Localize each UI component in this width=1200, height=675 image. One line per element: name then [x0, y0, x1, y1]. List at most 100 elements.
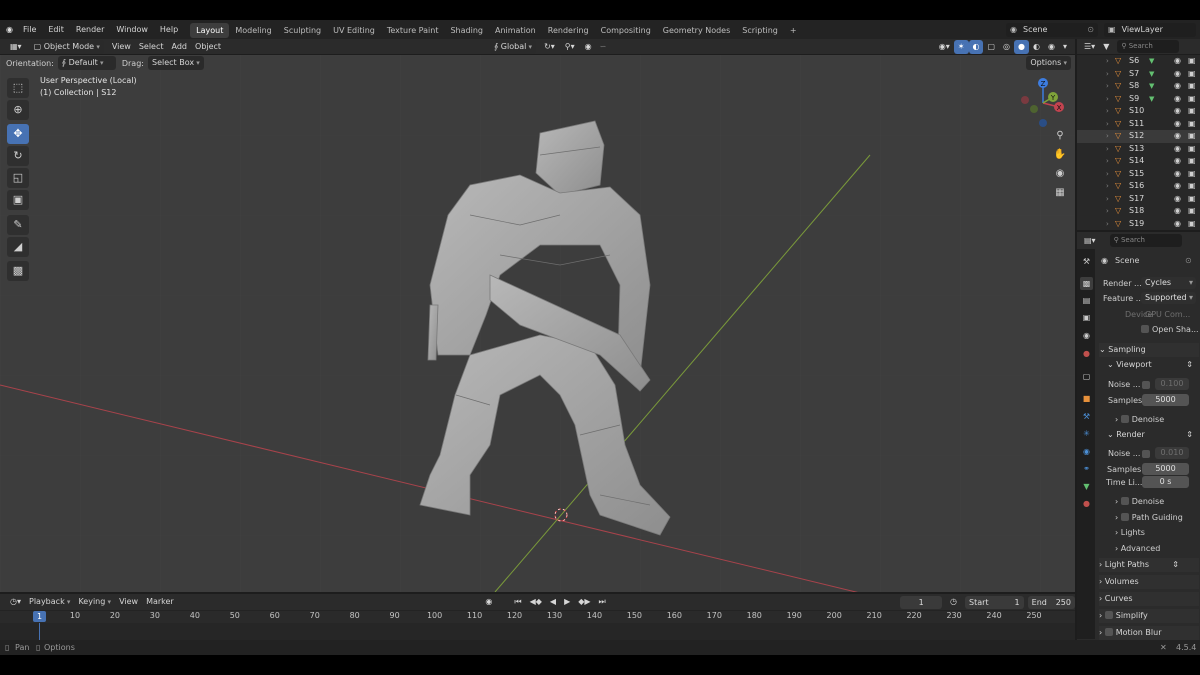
marker-menu[interactable]: Marker — [142, 595, 178, 609]
sampling-section[interactable]: ⌄ Sampling — [1099, 343, 1199, 357]
auto-keying-toggle[interactable]: ◉ — [481, 595, 496, 609]
motion-blur-checkbox[interactable] — [1104, 628, 1113, 636]
gizmo-neg-x-axis[interactable] — [1021, 96, 1029, 104]
expand-chevron-icon[interactable]: › — [1106, 180, 1109, 193]
viewport-noise-field[interactable]: 0.100 — [1155, 378, 1189, 390]
prev-keyframe-button[interactable]: ◀◆ — [526, 595, 546, 609]
shading-options[interactable]: ▾ — [1059, 40, 1071, 54]
viewport-presets-icon[interactable]: ⇕ — [1186, 358, 1193, 372]
workspace-tab-compositing[interactable]: Compositing — [595, 23, 657, 38]
menu-render[interactable]: Render — [70, 20, 110, 39]
menu-edit[interactable]: Edit — [42, 20, 70, 39]
render-samples-field[interactable]: 5000 — [1142, 463, 1189, 475]
visibility-eye-icon[interactable]: ◉ — [1174, 93, 1181, 106]
properties-search-input[interactable]: ⚲ Search — [1109, 234, 1182, 247]
outliner-row[interactable]: › ▽ S18 ◉ ▣ — [1077, 205, 1200, 218]
visibility-eye-icon[interactable]: ◉ — [1174, 218, 1181, 231]
render-camera-icon[interactable]: ▣ — [1188, 68, 1196, 81]
start-frame-field[interactable]: Start 1 — [965, 595, 1024, 609]
scene-tab-icon[interactable]: ◉ — [1080, 329, 1093, 342]
outliner-search-input[interactable]: ⚲ Search — [1117, 40, 1180, 53]
editor-type-button[interactable]: ▦▾ — [6, 40, 26, 54]
shading-rendered[interactable]: ◉ — [1044, 40, 1059, 54]
workspace-tab-geometry-nodes[interactable]: Geometry Nodes — [657, 23, 736, 38]
overlays-toggle[interactable]: ◐ — [968, 39, 984, 54]
play-button[interactable]: ▶ — [560, 595, 574, 609]
render-camera-icon[interactable]: ▣ — [1188, 180, 1196, 193]
render-noise-field[interactable]: 0.010 — [1155, 447, 1189, 459]
gizmo-neg-z-axis[interactable] — [1039, 119, 1047, 127]
outliner-item-name[interactable]: S14 — [1129, 155, 1144, 168]
outliner-item-name[interactable]: S9 — [1129, 93, 1139, 106]
outliner-item-name[interactable]: S17 — [1129, 193, 1144, 206]
visibility-eye-icon[interactable]: ◉ — [1174, 205, 1181, 218]
visibility-eye-icon[interactable]: ◉ — [1174, 105, 1181, 118]
next-keyframe-button[interactable]: ◆▶ — [574, 595, 594, 609]
filter-icon[interactable]: ▼ — [1099, 40, 1113, 54]
physics-tab-icon[interactable]: ◉ — [1080, 445, 1093, 458]
visibility-eye-icon[interactable]: ◉ — [1174, 180, 1181, 193]
workspace-tab-layout[interactable]: Layout — [190, 23, 230, 38]
shading-solid[interactable]: ● — [1014, 39, 1030, 54]
outliner-item-name[interactable]: S18 — [1129, 205, 1144, 218]
visibility-dropdown[interactable]: ◉▾ — [935, 40, 954, 54]
move-tool[interactable]: ✥ — [7, 124, 29, 144]
outliner-item-name[interactable]: S10 — [1129, 105, 1144, 118]
outliner-item-name[interactable]: S16 — [1129, 180, 1144, 193]
expand-chevron-icon[interactable]: › — [1106, 155, 1109, 168]
outliner-item-name[interactable]: S19 — [1129, 218, 1144, 231]
scene-selector[interactable]: ◉ Scene ⊙ — [1006, 22, 1098, 37]
render-camera-icon[interactable]: ▣ — [1188, 80, 1196, 93]
outliner-row[interactable]: › ▽ S16 ◉ ▣ — [1077, 180, 1200, 193]
shading-wireframe[interactable]: ◎ — [999, 40, 1014, 54]
scale-tool[interactable]: ◱ — [7, 168, 29, 188]
outliner-row[interactable]: › ▽ S17 ◉ ▣ — [1077, 193, 1200, 206]
outliner-item-name[interactable]: S12 — [1129, 130, 1144, 143]
visibility-eye-icon[interactable]: ◉ — [1174, 55, 1181, 68]
expand-chevron-icon[interactable]: › — [1106, 80, 1109, 93]
workspace-tab-scripting[interactable]: Scripting — [736, 23, 784, 38]
time-limit-field[interactable]: 0 s — [1142, 476, 1189, 488]
expand-chevron-icon[interactable]: › — [1106, 118, 1109, 131]
expand-chevron-icon[interactable]: › — [1106, 168, 1109, 181]
constraints-tab-icon[interactable]: ⚭ — [1080, 462, 1093, 475]
viewport-subsection[interactable]: ⌄ Viewport ⇕ — [1107, 358, 1197, 372]
render-camera-icon[interactable]: ▣ — [1188, 55, 1196, 68]
outliner-item-name[interactable]: S13 — [1129, 143, 1144, 156]
measure-tool[interactable]: ◢ — [7, 237, 29, 257]
orientation-dropdown[interactable]: ⨕ Default — [57, 56, 116, 70]
pan-hand-icon[interactable]: ✋ — [1051, 146, 1069, 164]
outliner-item-name[interactable]: S6 — [1129, 55, 1139, 68]
curves-section[interactable]: › Curves — [1099, 592, 1199, 606]
proportional-edit-toggle[interactable]: ◉ — [581, 40, 596, 54]
outliner-row[interactable]: › ▽ S7 ▼ ◉ ▣ — [1077, 68, 1200, 81]
snap-toggle[interactable]: ⚲▾ — [561, 40, 579, 54]
keying-menu[interactable]: Keying — [74, 595, 115, 609]
view-layer-selector[interactable]: ▣ ViewLayer — [1104, 22, 1196, 37]
timeline-editor-type-icon[interactable]: ◷▾ — [6, 595, 25, 609]
options-dropdown[interactable]: Options — [1026, 56, 1071, 70]
visibility-eye-icon[interactable]: ◉ — [1174, 68, 1181, 81]
expand-chevron-icon[interactable]: › — [1106, 93, 1109, 106]
material-tab-icon[interactable]: ● — [1080, 497, 1093, 510]
transform-orientation-dropdown[interactable]: ⨕ Global — [490, 39, 537, 54]
expand-chevron-icon[interactable]: › — [1106, 143, 1109, 156]
workspace-tab-uv-editing[interactable]: UV Editing — [327, 23, 381, 38]
workspace-tab-shading[interactable]: Shading — [444, 23, 489, 38]
output-tab-icon[interactable]: ▤ — [1080, 294, 1093, 307]
3d-viewport[interactable]: User Perspective (Local) (1) Collection … — [0, 55, 1075, 592]
outliner-row[interactable]: › ▽ S9 ▼ ◉ ▣ — [1077, 93, 1200, 106]
menu-add[interactable]: Add — [168, 40, 192, 54]
outliner-row[interactable]: › ▽ S12 ◉ ▣ — [1077, 130, 1200, 143]
camera-view-icon[interactable]: ◉ — [1051, 165, 1069, 183]
pivot-point-button[interactable]: ↻▾ — [540, 40, 559, 54]
outliner-row[interactable]: › ▽ S14 ◉ ▣ — [1077, 155, 1200, 168]
proportional-falloff-icon[interactable]: ∽ — [596, 40, 611, 54]
render-noise-checkbox[interactable] — [1142, 450, 1150, 458]
visibility-eye-icon[interactable]: ◉ — [1174, 80, 1181, 93]
menu-file[interactable]: File — [17, 20, 42, 39]
workspace-tab-rendering[interactable]: Rendering — [542, 23, 595, 38]
visibility-eye-icon[interactable]: ◉ — [1174, 130, 1181, 143]
outliner-item-name[interactable]: S15 — [1129, 168, 1144, 181]
blender-logo-icon[interactable]: ◉ — [0, 20, 17, 39]
